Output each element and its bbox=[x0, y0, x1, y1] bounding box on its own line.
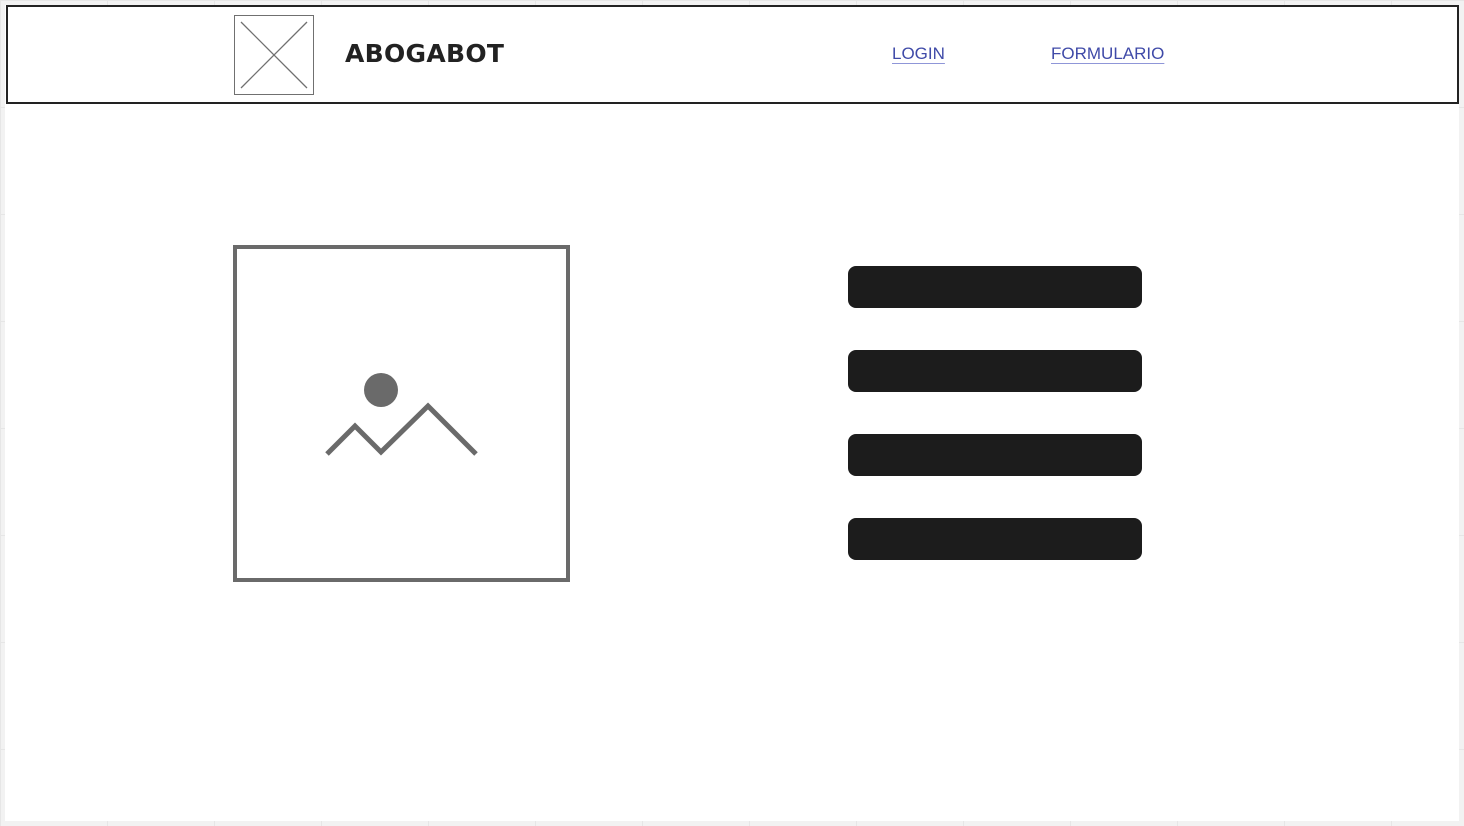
site-header: ABOGABOT LOGIN FORMULARIO bbox=[6, 5, 1459, 104]
image-placeholder-icon bbox=[325, 373, 478, 456]
wireframe-canvas bbox=[5, 5, 1459, 821]
sun-circle bbox=[364, 373, 398, 407]
image-placeholder bbox=[233, 245, 570, 582]
logo-placeholder-icon[interactable] bbox=[234, 15, 314, 95]
nav-formulario-link[interactable]: FORMULARIO bbox=[1051, 44, 1164, 64]
nav-login-link[interactable]: LOGIN bbox=[892, 44, 945, 64]
menu-bar-4[interactable] bbox=[848, 518, 1142, 560]
brand-title: ABOGABOT bbox=[345, 39, 505, 68]
logo-cross-graphic bbox=[240, 21, 308, 89]
menu-bar-2[interactable] bbox=[848, 350, 1142, 392]
menu-bar-3[interactable] bbox=[848, 434, 1142, 476]
mountain-line bbox=[325, 402, 478, 456]
menu-bar-1[interactable] bbox=[848, 266, 1142, 308]
